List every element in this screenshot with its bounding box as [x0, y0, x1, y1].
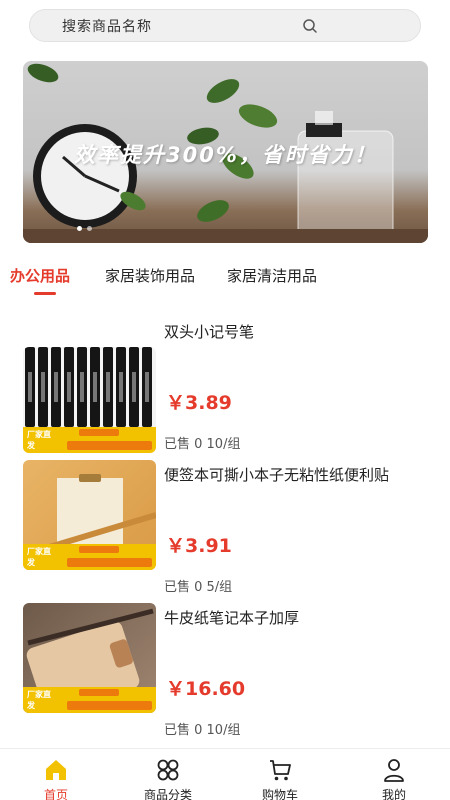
image-promo-strip: 厂家直发: [23, 427, 156, 453]
product-title[interactable]: 牛皮纸笔记本子加厚: [164, 607, 434, 628]
category-icon[interactable]: [155, 757, 181, 783]
search-input[interactable]: 搜索商品名称: [62, 16, 152, 36]
product-card[interactable]: 厂家直发 双头小记号笔 ￥3.89 已售 0 10/组: [0, 321, 450, 461]
nav-item-cart[interactable]: 购物车: [224, 749, 336, 800]
tab-home-cleaning[interactable]: 家居清洁用品: [227, 265, 317, 286]
product-image[interactable]: 厂家直发: [23, 460, 156, 570]
category-tabs: 办公用品 家居装饰用品 家居清洁用品: [0, 262, 450, 298]
nav-label[interactable]: 首页: [0, 786, 112, 800]
product-sales: 已售 0 5/组: [164, 580, 233, 595]
bottom-nav: 首页 商品分类 购物车 我的: [0, 748, 450, 800]
promo-banner[interactable]: 效率提升300%，省时省力！: [23, 61, 428, 243]
image-badge: 厂家直发: [27, 547, 51, 567]
search-icon[interactable]: [302, 18, 318, 34]
product-image[interactable]: 厂家直发: [23, 347, 156, 453]
product-card[interactable]: 厂家直发 便签本可撕小本子无粘性纸便利贴 ￥3.91 已售 0 5/组: [0, 460, 450, 604]
home-icon[interactable]: [43, 757, 69, 783]
product-price: ￥3.89: [166, 392, 232, 414]
product-sales: 已售 0 10/组: [164, 437, 241, 452]
nav-item-profile[interactable]: 我的: [338, 749, 450, 800]
product-title[interactable]: 双头小记号笔: [164, 321, 434, 342]
banner-headline: 效率提升300%，省时省力！: [74, 143, 377, 167]
product-sales: 已售 0 10/组: [164, 723, 241, 738]
pagination-dot[interactable]: [87, 226, 92, 231]
image-badge: 厂家直发: [27, 690, 51, 710]
nav-label[interactable]: 购物车: [224, 786, 336, 800]
active-tab-indicator: [34, 292, 56, 295]
product-price: ￥3.91: [166, 535, 232, 557]
image-badge: 厂家直发: [27, 430, 51, 450]
product-image[interactable]: 厂家直发: [23, 603, 156, 713]
product-price: ￥16.60: [166, 678, 246, 700]
product-title[interactable]: 便签本可撕小本子无粘性纸便利贴: [164, 464, 434, 485]
user-icon[interactable]: [381, 757, 407, 783]
image-promo-strip: 厂家直发: [23, 687, 156, 713]
search-bar[interactable]: 搜索商品名称: [29, 9, 421, 42]
product-card[interactable]: 厂家直发 牛皮纸笔记本子加厚 ￥16.60 已售 0 10/组: [0, 603, 450, 747]
banner-pagination: [77, 226, 92, 231]
cart-icon[interactable]: [267, 757, 293, 783]
tab-office-supplies[interactable]: 办公用品: [10, 265, 70, 286]
nav-item-category[interactable]: 商品分类: [112, 749, 224, 800]
image-promo-strip: 厂家直发: [23, 544, 156, 570]
tab-home-decor[interactable]: 家居装饰用品: [105, 265, 195, 286]
nav-label[interactable]: 商品分类: [112, 786, 224, 800]
nav-label[interactable]: 我的: [338, 786, 450, 800]
nav-item-home[interactable]: 首页: [0, 749, 112, 800]
pagination-dot-active[interactable]: [77, 226, 82, 231]
